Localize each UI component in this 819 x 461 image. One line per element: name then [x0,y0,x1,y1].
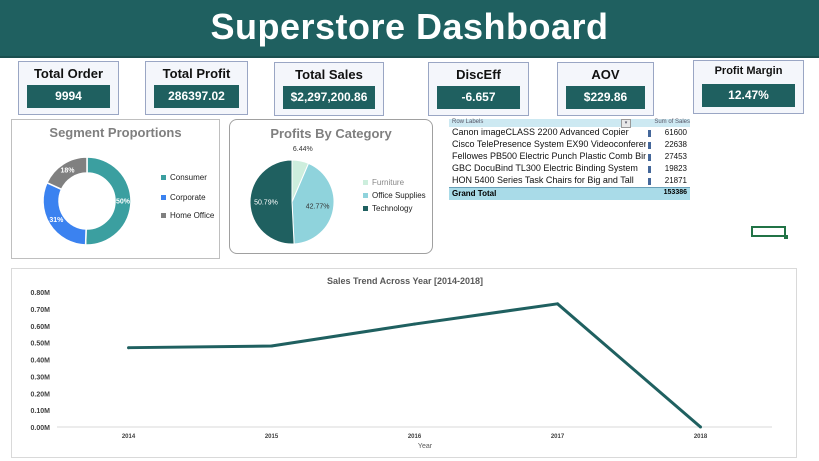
x-tick-label: 2018 [694,434,708,440]
data-bar-icon [648,178,651,185]
pivot-header-row-labels: Row Labels [452,119,484,125]
sales-point-2016[interactable] [413,322,416,326]
profits-data-label-2: 50.79% [254,200,278,207]
sales-point-2017[interactable] [556,302,559,306]
x-tick-label: 2016 [408,434,422,440]
segment-slice-1[interactable] [42,181,87,246]
y-tick-label: 0.70M [31,307,51,314]
active-cell-selection[interactable] [751,226,788,239]
x-tick-label: 2017 [551,434,565,440]
profits-legend-technology: Technology [363,204,412,213]
pivot-header: Row Labels ▾ Sum of Sales [449,119,690,128]
kpi-profit-margin[interactable]: Profit Margin 12.47% [693,60,804,114]
kpi-total-order[interactable]: Total Order 9994 [18,61,119,115]
kpi-total-profit[interactable]: Total Profit 286397.02 [145,61,248,115]
kpi-total-sales-value: $2,297,200.86 [283,86,375,109]
kpi-disc-eff[interactable]: DiscEff -6.657 [428,62,529,116]
kpi-total-profit-value: 286397.02 [154,85,239,108]
profits-by-category-chart[interactable]: Profits By Category 6.44% 42.77% 50.79% Fu… [229,119,433,254]
pivot-row[interactable]: Cisco TelePresence System EX90 Videoconf… [449,139,690,151]
pivot-row[interactable]: HON 5400 Series Task Chairs for Big and … [449,175,690,187]
segment-data-label-0: 50% [116,199,131,206]
pivot-grand-total[interactable]: Grand Total 153386 [449,187,690,200]
segment-legend-home-office: Home Office [161,211,214,220]
y-tick-label: 0.80M [31,290,51,297]
kpi-disc-eff-value: -6.657 [437,86,520,109]
sales-trend-chart[interactable]: Sales Trend Across Year [2014-2018] 0.00M… [11,268,797,458]
sales-point-2014[interactable] [127,346,130,350]
dashboard-title: Superstore Dashboard [210,6,609,47]
segment-proportions-chart[interactable]: Segment Proportions 50% 31% 18% Consumer C… [11,119,220,259]
segment-data-label-2: 18% [61,168,76,175]
segment-legend-consumer: Consumer [161,173,207,182]
kpi-total-sales-label: Total Sales [295,67,363,82]
profits-pie: 6.44% 42.77% 50.79% [249,146,335,245]
kpi-total-order-label: Total Order [33,66,104,81]
data-bar-icon [648,130,651,137]
segment-data-label-1: 31% [49,217,64,224]
kpi-profit-margin-label: Profit Margin [714,65,783,77]
profits-data-label-0: 6.44% [293,146,313,153]
y-tick-label: 0.50M [31,341,51,348]
pivot-header-sum-of-sales: Sum of Sales [654,119,690,125]
kpi-disc-eff-label: DiscEff [456,67,501,82]
pivot-row[interactable]: Canon imageCLASS 2200 Advanced Copier 616… [449,127,690,139]
sales-point-2018[interactable] [699,425,702,429]
kpi-total-order-value: 9994 [27,85,110,108]
x-tick-label: 2015 [265,434,279,440]
y-tick-label: 0.30M [31,374,51,381]
segment-legend-corporate: Corporate [161,193,206,202]
pivot-table[interactable]: Row Labels ▾ Sum of Sales Canon imageCLA… [449,119,690,200]
kpi-profit-margin-value: 12.47% [702,84,795,107]
chart-title: Sales Trend Across Year [2014-2018] [327,276,483,286]
y-tick-label: 0.40M [31,358,51,365]
y-tick-label: 0.20M [31,391,51,398]
profits-data-label-1: 42.77% [306,204,330,211]
fill-handle[interactable] [784,235,788,239]
y-tick-label: 0.10M [31,408,51,415]
dashboard-banner: Superstore Dashboard [0,0,819,58]
segment-donut: 50% 31% 18% [42,156,132,246]
x-tick-label: 2014 [122,434,136,440]
sales-trend-line[interactable] [128,302,702,429]
kpi-aov-label: AOV [591,67,620,82]
profits-legend-furniture: Furniture [363,178,404,187]
kpi-total-sales[interactable]: Total Sales $2,297,200.86 [274,62,384,116]
kpi-total-profit-label: Total Profit [162,66,231,81]
pivot-row[interactable]: GBC DocuBind TL300 Electric Binding Syst… [449,163,690,175]
y-tick-label: 0.60M [31,324,51,331]
profits-legend-office-supplies: Office Supplies [363,191,426,200]
data-bar-icon [648,154,651,161]
data-bar-icon [648,166,651,173]
y-tick-label: 0.00M [31,425,51,432]
pivot-row[interactable]: Fellowes PB500 Electric Punch Plastic Co… [449,151,690,163]
kpi-aov[interactable]: AOV $229.86 [557,62,654,116]
data-bar-icon [648,142,651,149]
sales-point-2015[interactable] [270,344,273,348]
x-axis-title: Year [418,443,433,450]
sales-trend-plot: Sales Trend Across Year [2014-2018] 0.00M… [31,276,772,450]
kpi-aov-value: $229.86 [566,86,645,109]
